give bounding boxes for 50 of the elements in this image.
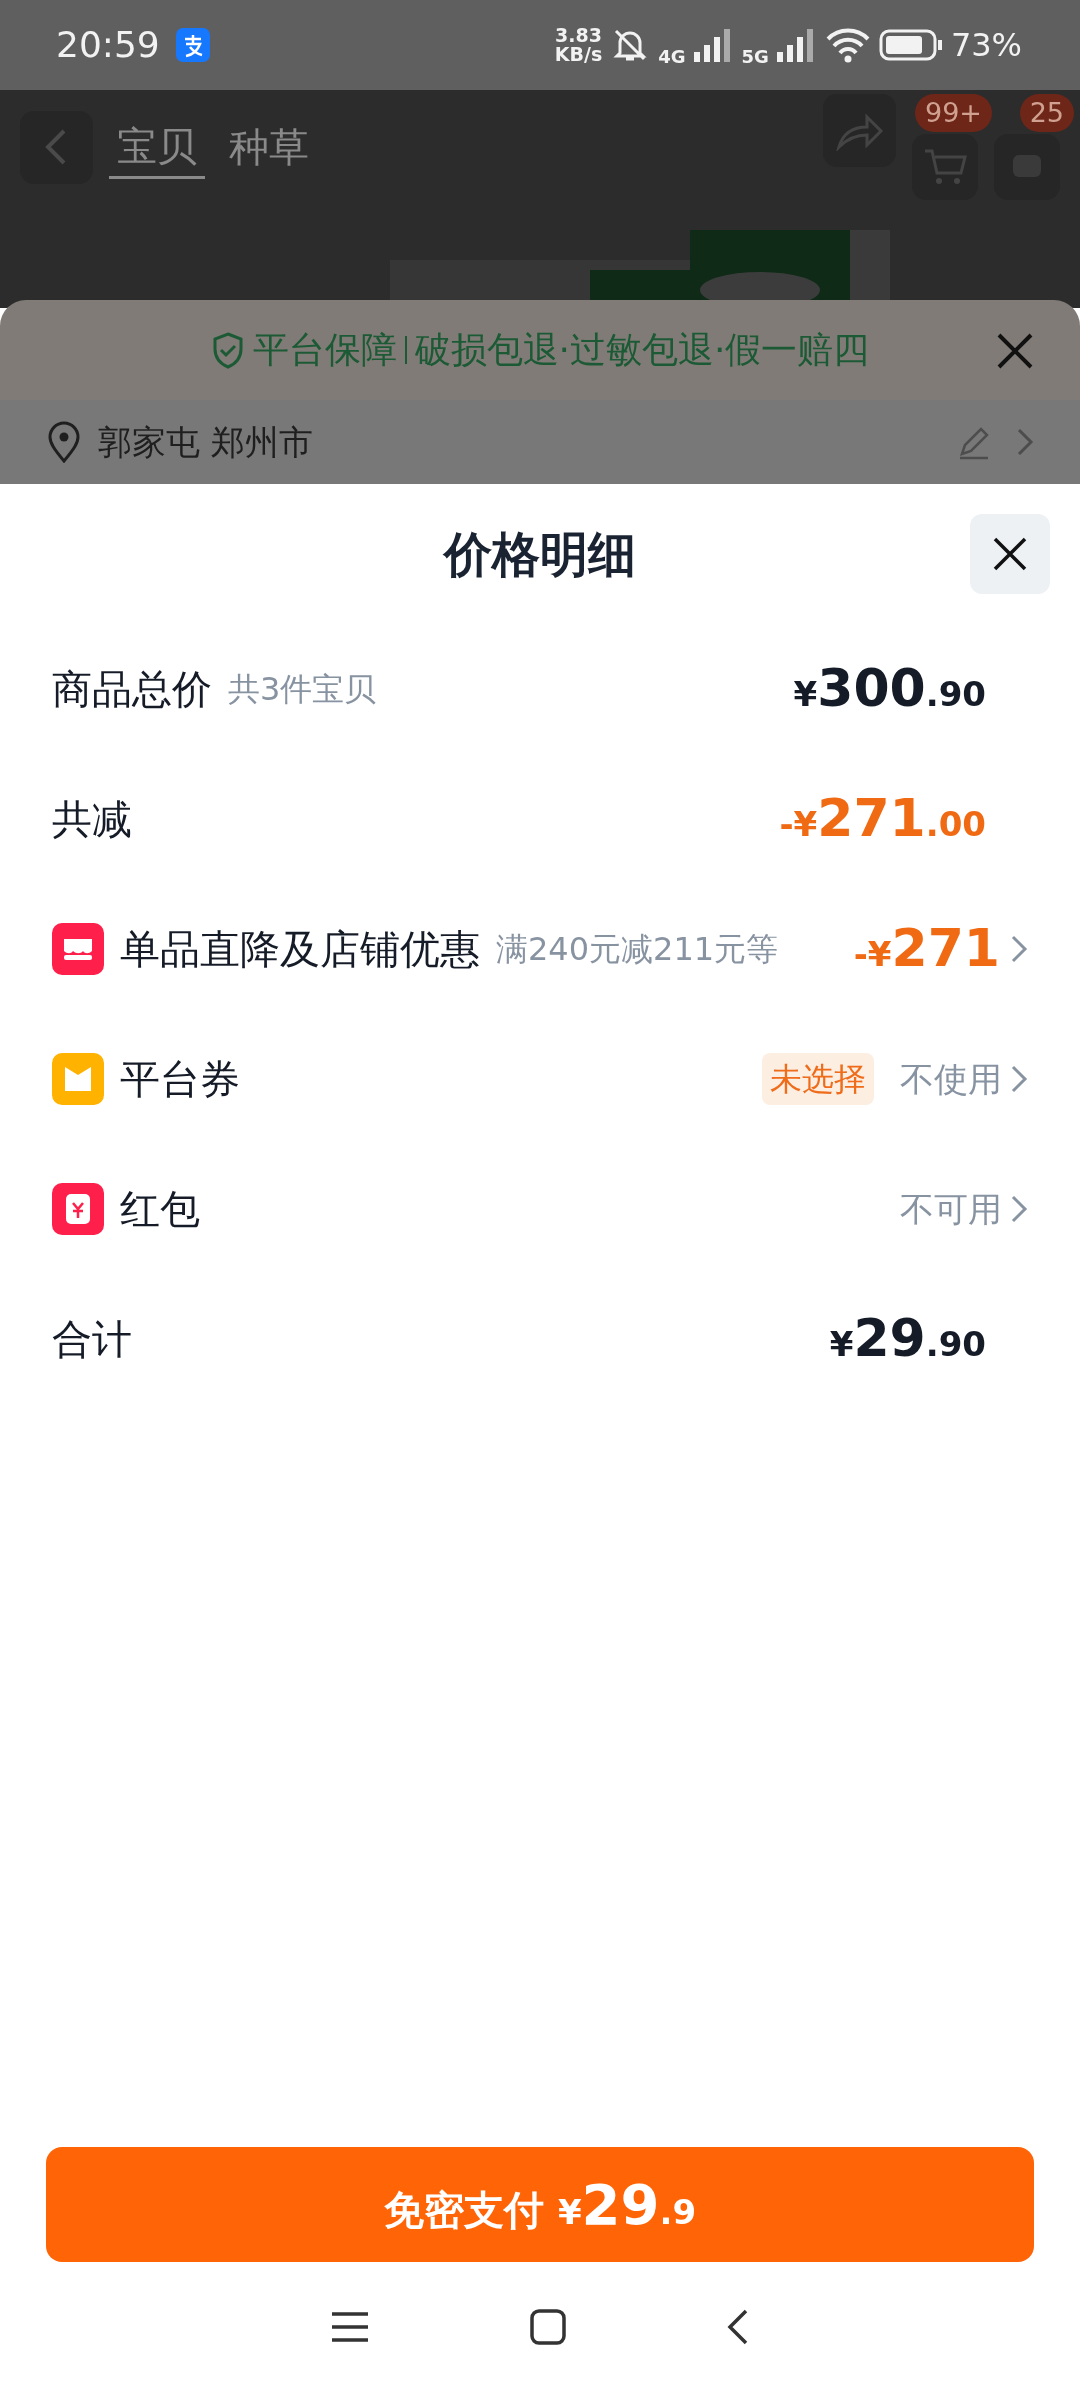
guarantee-items: 破损包退·过敏包退·假一赔四 xyxy=(414,328,870,372)
home-icon[interactable] xyxy=(529,2308,567,2346)
guarantee-title: 平台保障 xyxy=(252,328,397,372)
page-tab[interactable]: 种草 xyxy=(221,117,317,177)
page-tab[interactable]: 宝贝 xyxy=(109,115,205,179)
close-button[interactable] xyxy=(970,514,1050,594)
network-type: 4G xyxy=(658,44,686,69)
row-note: 共3件宝贝 xyxy=(228,669,377,710)
price-amount: -¥271.00 xyxy=(778,787,987,851)
coupon-icon xyxy=(52,1053,104,1105)
shop-icon xyxy=(52,923,104,975)
close-icon[interactable] xyxy=(996,332,1034,370)
clock-time: 20:59 xyxy=(56,23,160,67)
row-label: 合计 xyxy=(52,1315,132,1364)
chevron-icon xyxy=(1010,1064,1028,1094)
row-label: 共减 xyxy=(52,795,132,844)
price-amount: ¥29.90 xyxy=(828,1307,987,1371)
network-type: 5G xyxy=(741,44,769,69)
wifi-icon xyxy=(824,27,871,63)
speed-unit: KB/s xyxy=(554,45,603,64)
chevron-icon[interactable] xyxy=(1016,427,1034,457)
cart-icon xyxy=(923,147,967,187)
address-text: 郭家屯 郑州市 xyxy=(98,420,313,464)
battery-level: 73% xyxy=(950,25,1022,66)
cart-button[interactable] xyxy=(912,134,978,200)
count-badge: 99+ xyxy=(915,94,992,132)
row-label: 平台券 xyxy=(120,1055,240,1104)
sheet-title: 价格明细 xyxy=(444,525,636,584)
row-value: 不可用 xyxy=(900,1187,1002,1231)
price-amount: -¥271 xyxy=(852,917,1001,981)
row-note: 满240元减211元等 xyxy=(496,929,779,970)
chevron-icon xyxy=(1010,1194,1028,1224)
count-badge: 25 xyxy=(1019,94,1074,132)
pay-button[interactable]: 免密支付 ¥29.9 xyxy=(46,2147,1034,2262)
envelope-icon xyxy=(52,1183,104,1235)
row-label: 红包 xyxy=(120,1185,200,1234)
menu-icon[interactable] xyxy=(329,2310,370,2344)
close-icon xyxy=(992,536,1028,572)
row-label: 商品总价 xyxy=(52,665,212,714)
status-tag: 未选择 xyxy=(762,1053,874,1105)
app-icon xyxy=(175,28,210,62)
price-amount: ¥300.90 xyxy=(792,657,987,721)
battery-icon xyxy=(878,29,943,61)
row-label: 单品直降及店铺优惠 xyxy=(120,925,480,974)
chevron-icon xyxy=(1010,934,1028,964)
back-button[interactable] xyxy=(20,110,93,184)
row-value: 不使用 xyxy=(900,1057,1002,1101)
network-speed: 3.83 xyxy=(555,26,602,45)
location-pin-icon xyxy=(46,421,82,463)
share-button[interactable] xyxy=(823,94,896,167)
